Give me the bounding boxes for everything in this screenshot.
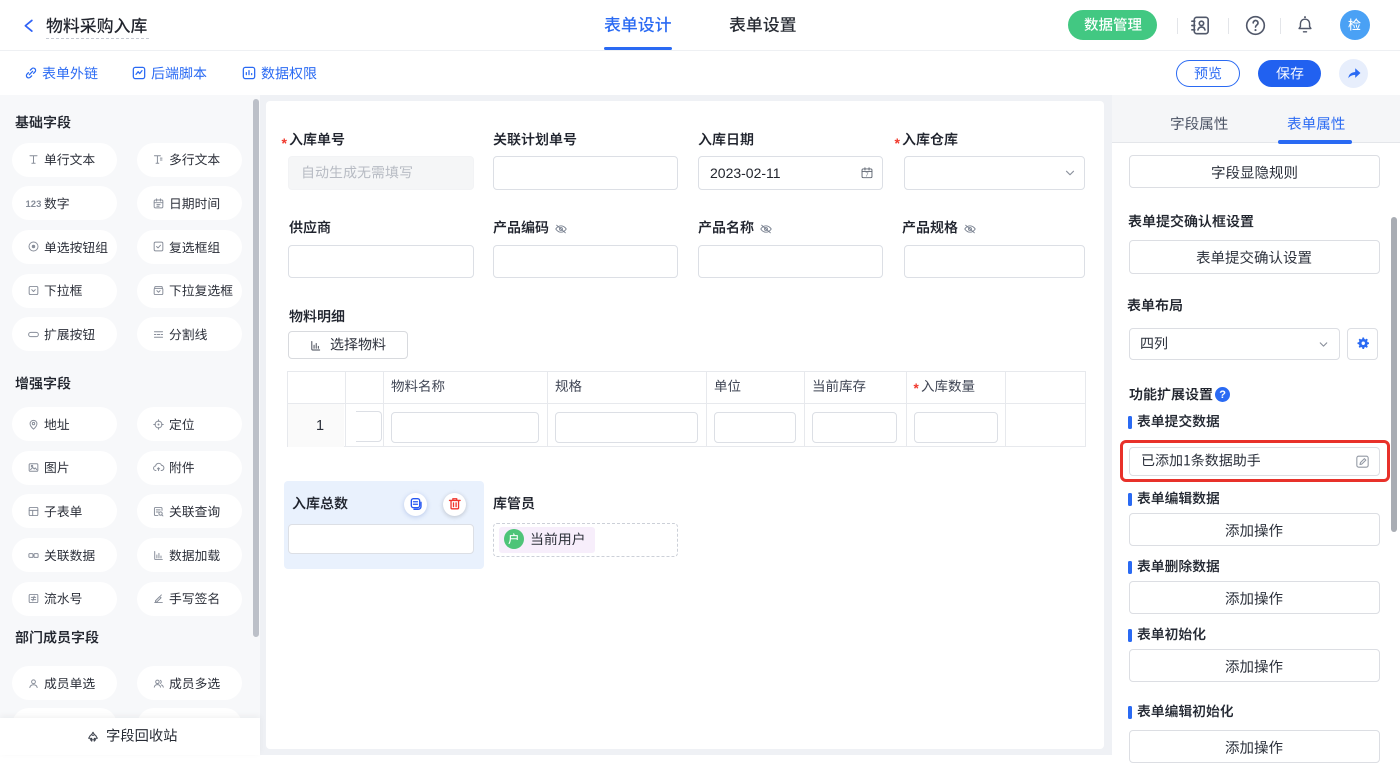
svg-text:7: 7 — [865, 173, 868, 179]
